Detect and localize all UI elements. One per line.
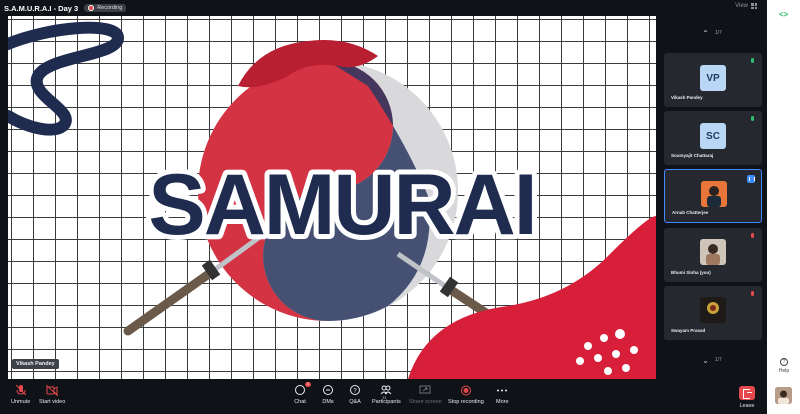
avatar: VP (700, 65, 726, 91)
participant-tile[interactable]: Swayam Prasad (664, 286, 762, 340)
top-bar: S.A.M.U.R.A.I - Day 3 Recording View (0, 0, 767, 16)
right-rail: <> ? Help (767, 0, 800, 414)
dms-label: DMs (322, 399, 334, 405)
unmute-button[interactable]: Unmute (11, 385, 30, 405)
help-label: Help (778, 368, 790, 374)
question-icon: ? (349, 385, 361, 396)
qa-button[interactable]: ? Q&A (349, 385, 361, 405)
leave-label: Leave (739, 403, 755, 409)
pager-top[interactable]: ⌃ 1/7 (662, 26, 762, 40)
bottom-toolbar: Unmute Start video 3 Chat DMs ? Q&A 33 P… (0, 379, 767, 414)
mic-off-icon (750, 233, 755, 240)
more-button[interactable]: More (496, 385, 509, 405)
chat-button[interactable]: 3 Chat (294, 382, 311, 405)
leave-button[interactable]: Leave (739, 386, 755, 409)
view-button[interactable]: View (735, 3, 757, 9)
avatar (700, 239, 726, 265)
people-icon: 33 (380, 385, 392, 400)
mic-off-icon (750, 291, 755, 298)
avatar: SC (700, 123, 726, 149)
share-screen-icon (419, 385, 431, 396)
participant-name: Swayam Prasad (671, 328, 706, 333)
share-screen-button[interactable]: Share screen (409, 385, 442, 405)
view-label: View (735, 3, 748, 9)
stop-recording-button[interactable]: Stop recording (448, 385, 484, 405)
recording-label: Recording (97, 5, 123, 11)
start-video-label: Start video (39, 399, 66, 405)
help-button[interactable]: ? Help (774, 358, 794, 374)
recording-badge: Recording (84, 4, 127, 12)
mic-on-icon (750, 58, 755, 65)
shared-screen: SAMURAI SAMURAI (8, 16, 656, 379)
leave-icon (739, 386, 755, 400)
more-label: More (496, 399, 509, 405)
help-icon: ? (780, 358, 788, 366)
logo-text: SAMURAI (148, 157, 535, 253)
more-dots-icon (496, 385, 508, 396)
participant-name: Arnab Chatterjee (672, 210, 709, 215)
presenter-name-tag: Vikash Pandey (12, 359, 59, 369)
svg-text:?: ? (353, 389, 357, 395)
avatar[interactable] (775, 387, 792, 404)
avatar (701, 181, 727, 207)
share-screen-label: Share screen (409, 399, 442, 405)
decor-swirl (8, 21, 125, 136)
participant-tile[interactable]: VP Vikash Pandey (664, 53, 762, 107)
stop-recording-label: Stop recording (448, 399, 484, 405)
participant-name: Soumyajit Chattaraj (671, 153, 714, 158)
dm-icon (322, 385, 334, 396)
pager-bottom[interactable]: ⌄ 1/7 (662, 353, 762, 367)
record-icon (460, 385, 472, 396)
unmute-label: Unmute (11, 399, 31, 405)
mic-off-icon (15, 385, 27, 396)
chevron-down-icon[interactable]: ⌄ (702, 356, 709, 365)
dms-button[interactable]: DMs (322, 385, 334, 405)
participant-name: Vikash Pandey (671, 95, 703, 100)
record-icon (88, 5, 95, 11)
participant-tile[interactable]: Bhumi Sinha (you) (664, 228, 762, 282)
chat-badge: 3 (305, 382, 311, 387)
video-off-icon (46, 385, 59, 396)
meeting-title: S.A.M.U.R.A.I - Day 3 (4, 3, 79, 13)
chat-icon: 3 (294, 382, 311, 396)
grid-view-icon (751, 3, 757, 9)
participant-name: Bhumi Sinha (you) (671, 270, 711, 275)
participants-label: Participants (372, 399, 401, 405)
collapse-icon[interactable]: <> (779, 10, 788, 19)
speaking-icon (747, 175, 755, 183)
page-indicator: 1/7 (714, 357, 722, 363)
avatar (700, 297, 726, 323)
participant-tile[interactable]: SC Soumyajit Chattaraj (664, 111, 762, 165)
qa-label: Q&A (349, 399, 361, 405)
participants-button[interactable]: 33 Participants (372, 385, 401, 405)
chat-label: Chat (294, 399, 306, 405)
mic-on-icon (750, 116, 755, 123)
samurai-artwork: SAMURAI SAMURAI (8, 21, 656, 379)
chevron-up-icon[interactable]: ⌃ (702, 29, 709, 38)
participants-count: 33 (382, 396, 387, 400)
participant-tile-active[interactable]: Arnab Chatterjee (664, 169, 762, 223)
start-video-button[interactable]: Start video (39, 385, 65, 405)
meeting-app: S.A.M.U.R.A.I - Day 3 Recording View SAM… (0, 0, 800, 414)
page-indicator: 1/7 (714, 30, 722, 36)
participant-panel: ⌃ 1/7 VP Vikash Pandey SC Soumyajit Chat… (662, 16, 762, 379)
